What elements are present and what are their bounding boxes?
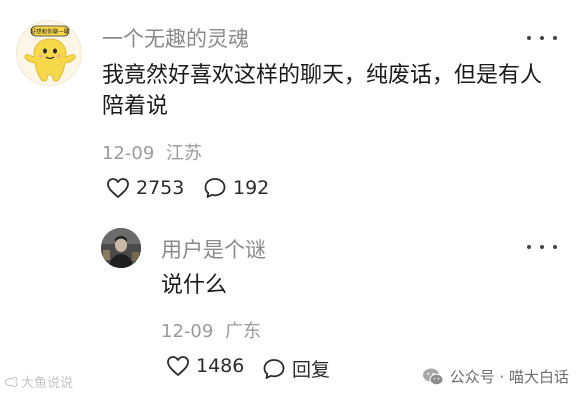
reply-count-button[interactable]: 192 (203, 177, 269, 199)
comment-date: 12-09 (102, 143, 155, 164)
comment-meta: 12-09 江苏 (102, 139, 202, 165)
more-icon[interactable] (527, 237, 557, 257)
reply-username[interactable]: 用户是个谜 (161, 234, 266, 264)
watermark-right-text: 公众号 · 喵大白话 (449, 368, 569, 386)
comment-location: 江苏 (166, 143, 203, 164)
like-button[interactable]: 1486 (166, 355, 244, 377)
like-count: 1486 (196, 355, 245, 377)
reply-text: 说什么 (161, 273, 228, 298)
reply-label: 回复 (292, 359, 331, 381)
comment-text: 我竟然好喜欢这样的聊天，纯废话，但是有人陪着说 (102, 63, 543, 119)
heart-icon (167, 356, 189, 376)
reply-count: 192 (233, 177, 270, 199)
heart-icon (107, 178, 129, 198)
avatar[interactable]: 好想和你聊一聊 (16, 20, 82, 86)
comment-username[interactable]: 一个无趣的灵魂 (102, 23, 249, 53)
reply-location: 广东 (225, 321, 262, 342)
like-button[interactable]: 2753 (106, 177, 184, 199)
avatar[interactable] (101, 228, 141, 268)
reply-button[interactable]: 回复 (262, 355, 330, 382)
comment-bubble-icon (263, 358, 285, 379)
like-count: 2753 (136, 177, 185, 199)
comment-bubble-icon (204, 178, 226, 198)
reply-meta: 12-09 广东 (161, 317, 261, 343)
reply-date: 12-09 (161, 321, 214, 342)
svg-text:好想和你聊一聊: 好想和你聊一聊 (31, 28, 70, 36)
photo-avatar-image (101, 228, 141, 268)
watermark-right: 公众号 · 喵大白话 (422, 366, 569, 387)
more-icon[interactable] (527, 28, 557, 48)
watermark-left: 大鱼说说 (4, 372, 73, 391)
wechat-icon (422, 368, 444, 385)
watermark-left-text: 大鱼说说 (21, 376, 74, 391)
mascot-avatar-image: 好想和你聊一聊 (24, 25, 76, 82)
watermark-logo-icon (4, 376, 18, 387)
